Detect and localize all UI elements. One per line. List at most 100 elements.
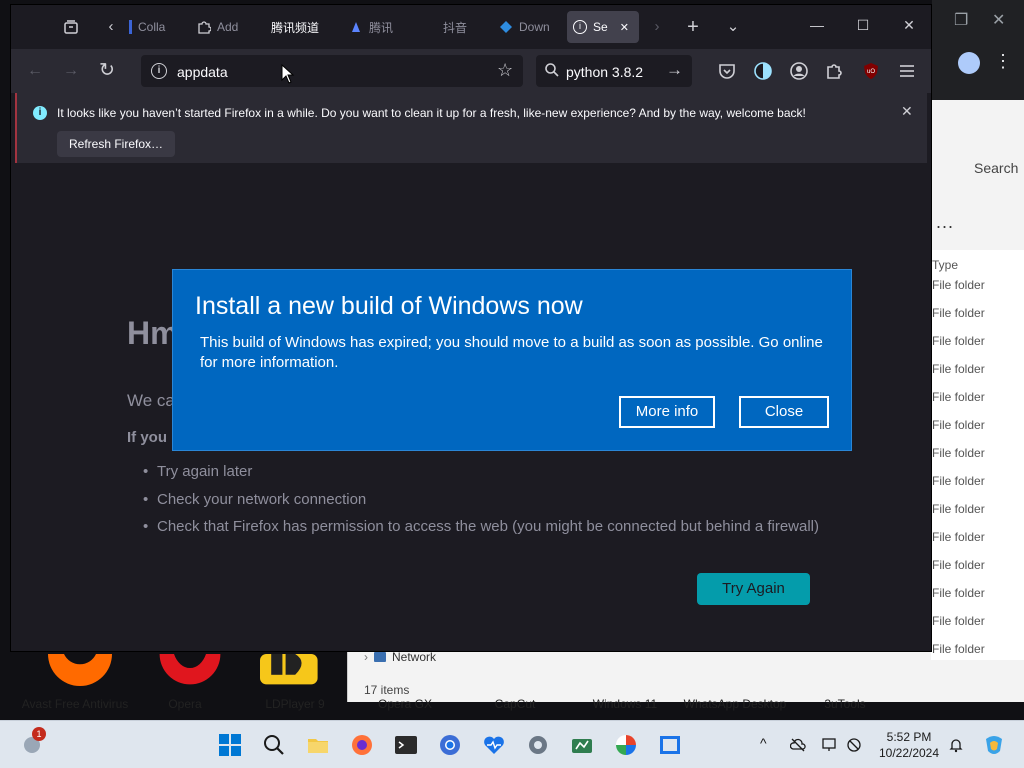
dialog-title: Install a new build of Windows now	[195, 292, 583, 320]
vm-icon[interactable]	[658, 733, 682, 757]
refresh-firefox-button[interactable]: Refresh Firefox…	[57, 131, 176, 157]
type-cell: File folder	[932, 362, 985, 376]
dark-reader-icon[interactable]	[753, 61, 773, 81]
tab-label: 腾讯频道	[271, 20, 320, 35]
account-icon[interactable]	[789, 61, 809, 81]
copilot-icon[interactable]	[982, 733, 1006, 757]
url-bar[interactable]: i appdata ☆	[141, 55, 523, 87]
tab-download[interactable]: Down	[493, 11, 561, 43]
type-list: File folder File folder File folder File…	[932, 278, 985, 670]
type-cell: File folder	[932, 502, 985, 516]
pocket-icon[interactable]	[717, 61, 737, 81]
search-go-icon[interactable]: →	[666, 60, 683, 80]
type-cell: File folder	[932, 334, 985, 348]
clock-date: 10/22/2024	[878, 746, 940, 760]
desktop-icon-label: Avast Free Antivirus	[21, 697, 129, 711]
window-close-icon[interactable]: ✕	[899, 17, 919, 34]
suggestion-list: Try again later Check your network conne…	[143, 463, 819, 546]
bookmark-star-icon[interactable]: ☆	[497, 60, 513, 81]
tab-active[interactable]: i Se ✕	[567, 11, 639, 43]
terminal-icon[interactable]	[394, 733, 418, 757]
desktop-icon-label: LDPlayer 9	[265, 697, 325, 711]
new-tab-icon[interactable]: +	[681, 15, 705, 39]
network-icon	[374, 652, 386, 662]
tab-label: 腾讯	[369, 20, 394, 35]
opera-icon	[159, 654, 221, 685]
search-icon	[545, 63, 559, 77]
explorer-search-box[interactable]: Search	[974, 160, 1024, 176]
notification-bell-icon[interactable]	[948, 737, 964, 753]
desktop-icon-label: 3uTools	[824, 697, 866, 711]
type-cell: File folder	[932, 586, 985, 600]
reload-icon[interactable]: ↻	[95, 59, 119, 83]
settings-icon[interactable]	[526, 733, 550, 757]
item-count-status: 17 items	[364, 683, 410, 697]
close-button[interactable]: Close	[739, 396, 829, 428]
tray-chevron-icon[interactable]: ^	[760, 735, 767, 751]
tab-tencent[interactable]: 腾讯	[343, 11, 413, 43]
desktop-icon-label: WhatsApp Desktop	[683, 697, 787, 711]
type-column-header[interactable]: Type	[932, 258, 958, 272]
kebab-menu-icon[interactable]: ⋮	[994, 52, 1012, 70]
network-status-icon[interactable]	[846, 737, 862, 753]
desktop-icon-label: Opera GX	[377, 697, 433, 711]
tab-overview-icon[interactable]	[59, 15, 83, 39]
firefox-icon[interactable]	[350, 733, 374, 757]
desktop-icon-label: Windows 11	[592, 697, 658, 711]
profile-avatar-icon[interactable]	[958, 52, 980, 74]
url-input[interactable]: appdata	[177, 64, 228, 80]
scroll-tabs-right-icon[interactable]: ›	[645, 15, 669, 39]
scroll-tabs-left-icon[interactable]: ‹	[99, 15, 123, 39]
refresh-firefox-notification: i It looks like you haven’t started Fire…	[15, 93, 927, 163]
tab-label: Down	[519, 20, 550, 34]
search-icon[interactable]	[262, 733, 286, 757]
restore-icon[interactable]: ❐	[954, 10, 968, 30]
nav-item-network[interactable]: › Network	[364, 650, 436, 664]
minimize-icon[interactable]: —	[807, 17, 827, 33]
windows-expiry-dialog: Install a new build of Windows now This …	[172, 269, 852, 451]
maximize-icon[interactable]: ☐	[853, 17, 873, 34]
health-icon[interactable]	[482, 733, 506, 757]
more-info-button[interactable]: More info	[619, 396, 715, 428]
ldplayer-icon	[260, 654, 318, 685]
more-options-button[interactable]: ...	[936, 212, 954, 233]
hamburger-menu-icon[interactable]	[897, 61, 917, 81]
system-clock[interactable]: 5:52 PM 10/22/2024	[876, 729, 942, 761]
app-icon[interactable]	[570, 733, 594, 757]
notification-close-icon[interactable]: ✕	[901, 103, 913, 120]
vpn-icon[interactable]	[614, 733, 638, 757]
chrome-icon[interactable]	[438, 733, 462, 757]
tab-channel[interactable]: 腾讯频道	[265, 11, 335, 43]
search-bar[interactable]: python 3.8.2 →	[536, 55, 692, 87]
navigation-toolbar: ← → ↻ i appdata ☆ python 3.8.2 → uO	[11, 49, 931, 93]
close-icon[interactable]: ✕	[992, 10, 1005, 30]
ublock-icon[interactable]: uO	[861, 61, 881, 81]
search-input[interactable]: python 3.8.2	[566, 64, 643, 80]
tab-douyin[interactable]: 抖音	[437, 11, 491, 43]
file-explorer-icon[interactable]	[306, 733, 330, 757]
display-icon[interactable]	[822, 737, 838, 753]
notification-message: It looks like you haven’t started Firefo…	[57, 106, 806, 120]
back-icon[interactable]: ←	[23, 59, 47, 83]
tencent-icon	[352, 22, 360, 32]
tab-close-icon[interactable]: ✕	[620, 21, 629, 34]
widgets-button[interactable]: 1	[20, 727, 48, 759]
info-icon: i	[573, 20, 587, 34]
type-cell: File folder	[932, 278, 985, 292]
extensions-icon[interactable]	[825, 61, 845, 81]
onedrive-icon[interactable]	[790, 737, 806, 753]
site-info-icon[interactable]: i	[151, 63, 167, 79]
clock-time: 5:52 PM	[886, 730, 932, 744]
try-again-button[interactable]: Try Again	[697, 573, 810, 605]
tab-add[interactable]: Add	[191, 11, 259, 43]
desktop-icon-label: Opera	[168, 697, 202, 711]
list-tabs-icon[interactable]: ⌄	[721, 15, 745, 39]
download-icon	[500, 21, 512, 33]
taskbar: 1 ^ 5:52 PM 10/22/2024	[0, 720, 1024, 768]
start-icon[interactable]	[218, 733, 242, 757]
background-browser-chrome: ❐ ✕ ⋮	[932, 0, 1024, 100]
forward-icon[interactable]: →	[59, 59, 83, 83]
chevron-right-icon[interactable]: ›	[364, 650, 368, 664]
type-cell: File folder	[932, 642, 985, 656]
tab-colla[interactable]: Colla	[123, 11, 185, 43]
